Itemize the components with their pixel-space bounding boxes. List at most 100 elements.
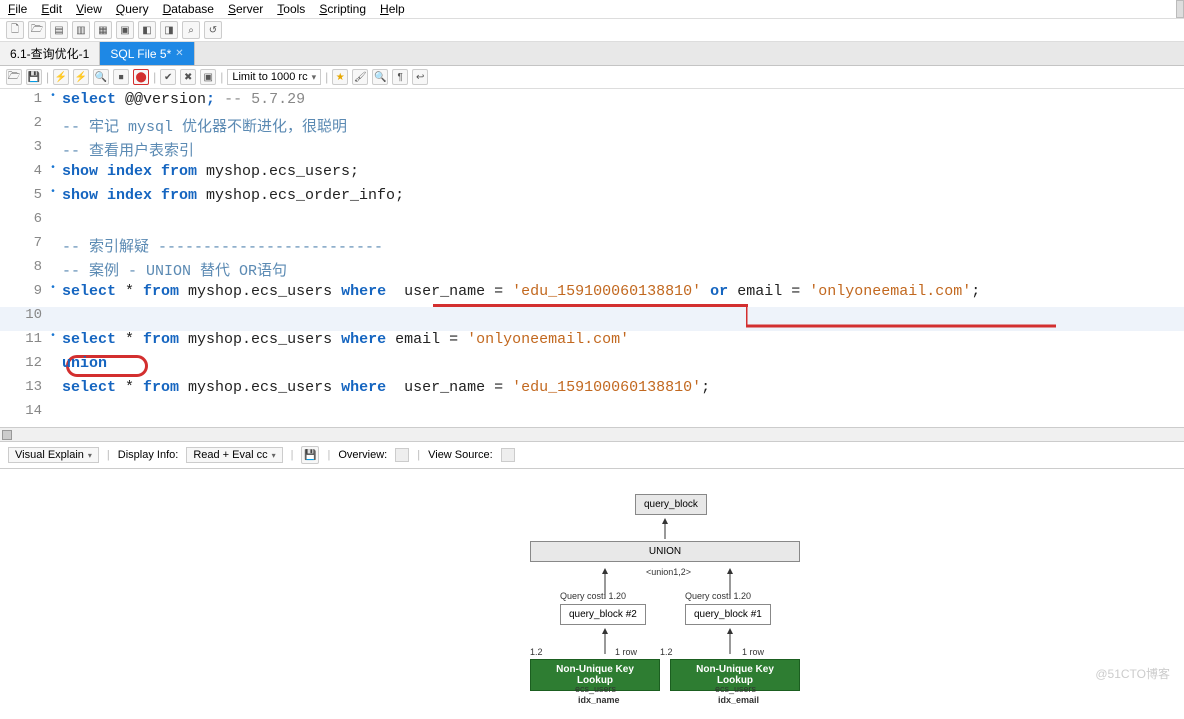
rollback-icon[interactable]: ✖: [180, 69, 196, 85]
code-line[interactable]: 11•select * from myshop.ecs_users where …: [0, 331, 1184, 355]
view-source-icon[interactable]: [501, 448, 515, 462]
execute-step-icon[interactable]: ⚡: [73, 69, 89, 85]
toolbar-btn-8-icon[interactable]: ◨: [160, 21, 178, 39]
menu-view[interactable]: View: [76, 2, 102, 16]
query-cost-2-label: Query cost: 1.20: [560, 591, 626, 601]
beautify-icon[interactable]: ★: [332, 69, 348, 85]
open-sql-icon[interactable]: 🗁: [28, 21, 46, 39]
line-number: 10: [0, 307, 50, 323]
code-content: select * from myshop.ecs_users where ema…: [62, 331, 629, 348]
commit-icon[interactable]: ✔: [160, 69, 176, 85]
index-2: idx_name: [578, 695, 620, 705]
code-line[interactable]: 3 -- 查看用户表索引: [0, 139, 1184, 163]
code-content: select * from myshop.ecs_users where use…: [62, 379, 710, 396]
statement-dot-icon: •: [50, 187, 62, 198]
line-number: 14: [0, 403, 50, 419]
cost-num-2: 1.2: [530, 647, 543, 657]
tab-sql-file-5[interactable]: SQL File 5* ✕: [100, 42, 194, 65]
union-sub-label: <union1,2>: [646, 567, 691, 577]
toolbar-btn-3-icon[interactable]: ▤: [50, 21, 68, 39]
menu-server[interactable]: Server: [228, 2, 263, 16]
result-toolbar: Visual Explain | Display Info: Read + Ev…: [0, 441, 1184, 469]
code-line[interactable]: 1•select @@version; -- 5.7.29: [0, 91, 1184, 115]
toolbar-btn-5-icon[interactable]: ▦: [94, 21, 112, 39]
autocommit-icon[interactable]: ▣: [200, 69, 216, 85]
toolbar-btn-6-icon[interactable]: ▣: [116, 21, 134, 39]
menu-tools[interactable]: Tools: [277, 2, 305, 16]
code-content: show index from myshop.ecs_order_info;: [62, 187, 404, 204]
new-sql-icon[interactable]: 🗋: [6, 21, 24, 39]
query-cost-1-label: Query cost: 1.20: [685, 591, 751, 601]
line-number: 11: [0, 331, 50, 347]
statement-dot-icon: •: [50, 163, 62, 174]
overview-icon[interactable]: [395, 448, 409, 462]
menu-edit[interactable]: Edit: [41, 2, 62, 16]
toolbar-btn-9-icon[interactable]: ⌕: [182, 21, 200, 39]
node-query-block-2[interactable]: query_block #2: [560, 604, 646, 625]
toolbar-btn-10-icon[interactable]: ↺: [204, 21, 222, 39]
index-1: idx_email: [718, 695, 759, 705]
sql-editor[interactable]: 1•select @@version; -- 5.7.292-- 牢记 mysq…: [0, 89, 1184, 427]
code-line[interactable]: 13 select * from myshop.ecs_users where u…: [0, 379, 1184, 403]
watermark: @51CTO博客: [1095, 665, 1170, 682]
toolbar-btn-7-icon[interactable]: ◧: [138, 21, 156, 39]
code-content: show index from myshop.ecs_users;: [62, 163, 359, 180]
open-file-icon[interactable]: 🗁: [6, 69, 22, 85]
display-info-dropdown[interactable]: Read + Eval cc: [186, 447, 282, 463]
line-number: 5: [0, 187, 50, 203]
code-content: -- 案例 - UNION 替代 OR语句: [62, 259, 287, 280]
code-line[interactable]: 7-- 索引解疑 -------------------------: [0, 235, 1184, 259]
rows-1: 1 row: [742, 647, 764, 657]
line-number: 7: [0, 235, 50, 251]
code-line[interactable]: 9•select * from myshop.ecs_users where u…: [0, 283, 1184, 307]
stop-icon[interactable]: ⏹: [113, 69, 129, 85]
line-number: 13: [0, 379, 50, 395]
code-line[interactable]: 8 -- 案例 - UNION 替代 OR语句: [0, 259, 1184, 283]
limit-rows-dropdown[interactable]: Limit to 1000 rc: [227, 69, 321, 85]
code-line[interactable]: 5•show index from myshop.ecs_order_info;: [0, 187, 1184, 211]
node-union[interactable]: UNION: [530, 541, 800, 562]
editor-tabs: 6.1-查询优化-1 SQL File 5* ✕: [0, 42, 1184, 66]
editor-scrollbar[interactable]: [0, 427, 1184, 441]
statement-dot-icon: •: [50, 331, 62, 342]
statement-dot-icon: •: [50, 91, 62, 102]
brush-icon[interactable]: 🖌: [352, 69, 368, 85]
node-query-block[interactable]: query_block: [635, 494, 707, 515]
code-line[interactable]: 14: [0, 403, 1184, 427]
explain-icon[interactable]: 🔍: [93, 69, 109, 85]
menu-scripting[interactable]: Scripting: [319, 2, 366, 16]
tab-query-opt[interactable]: 6.1-查询优化-1: [0, 42, 100, 65]
code-content: -- 查看用户表索引: [62, 139, 194, 160]
statement-dot-icon: •: [50, 283, 62, 294]
node-query-block-1[interactable]: query_block #1: [685, 604, 771, 625]
code-content: -- 牢记 mysql 优化器不断进化，很聪明: [62, 115, 347, 136]
code-line[interactable]: 2-- 牢记 mysql 优化器不断进化，很聪明: [0, 115, 1184, 139]
visual-explain-dropdown[interactable]: Visual Explain: [8, 447, 99, 463]
code-line[interactable]: 6: [0, 211, 1184, 235]
toolbar-btn-4-icon[interactable]: ▥: [72, 21, 90, 39]
view-source-label: View Source:: [428, 449, 493, 461]
code-content: select @@version; -- 5.7.29: [62, 91, 305, 108]
panel-expand-icon[interactable]: [1176, 0, 1184, 18]
wrap-icon[interactable]: ↩: [412, 69, 428, 85]
table-1: ecs_users: [715, 684, 756, 694]
save-image-icon[interactable]: 💾: [301, 446, 319, 464]
menu-database[interactable]: Database: [163, 2, 214, 16]
code-line[interactable]: 10: [0, 307, 1184, 331]
execute-icon[interactable]: ⚡: [53, 69, 69, 85]
menu-query[interactable]: Query: [116, 2, 149, 16]
line-number: 3: [0, 139, 50, 155]
menu-file[interactable]: File: [8, 2, 27, 16]
visual-explain-pane[interactable]: query_block UNION <union1,2> Query cost:…: [0, 469, 1184, 719]
line-number: 8: [0, 259, 50, 275]
toggle-icon[interactable]: ⬤: [133, 69, 149, 85]
menu-help[interactable]: Help: [380, 2, 405, 16]
close-icon[interactable]: ✕: [175, 48, 183, 59]
code-line[interactable]: 12union: [0, 355, 1184, 379]
save-icon[interactable]: 💾: [26, 69, 42, 85]
code-content: union: [62, 355, 107, 372]
find-icon[interactable]: 🔍: [372, 69, 388, 85]
table-2: ecs_users: [575, 684, 616, 694]
invisible-chars-icon[interactable]: ¶: [392, 69, 408, 85]
code-line[interactable]: 4•show index from myshop.ecs_users;: [0, 163, 1184, 187]
